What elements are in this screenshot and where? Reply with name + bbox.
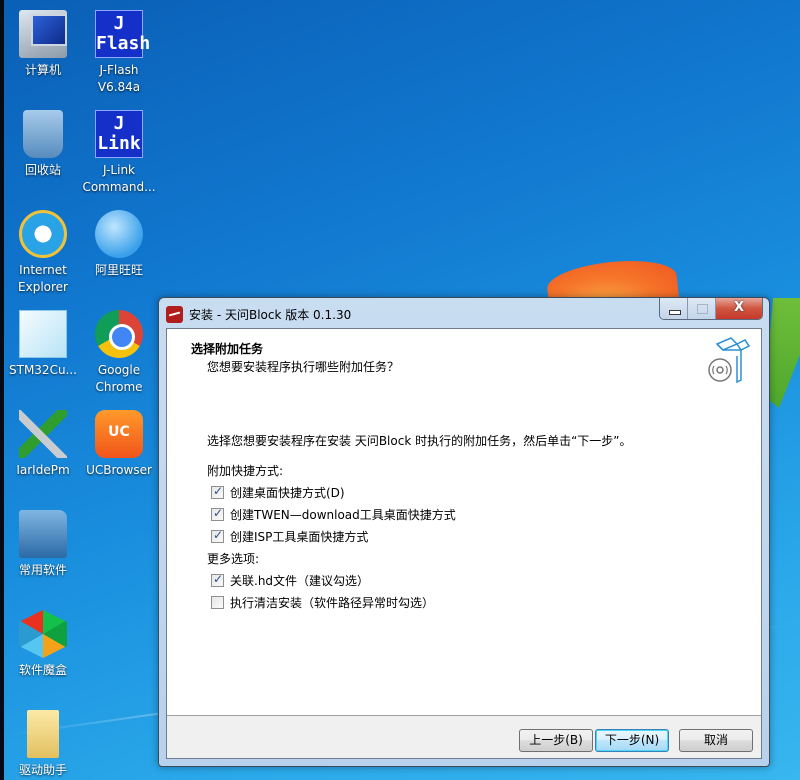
chrome-icon — [95, 310, 143, 358]
cancel-button[interactable]: 取消 — [679, 729, 753, 752]
desktop-icon-label: 计算机 — [24, 63, 61, 77]
checkbox-desktop-shortcut[interactable]: 创建桌面快捷方式(D) — [211, 484, 345, 501]
desktop-icon-ucbrowser[interactable]: UCBrowser — [81, 410, 157, 479]
dialog-client-area: 选择附加任务 您想要安装程序执行哪些附加任务？ 选择您想要安装程序在安装 天问B… — [166, 328, 762, 759]
next-button[interactable]: 下一步(N) — [595, 729, 669, 752]
jlink-icon: J Link — [95, 110, 143, 158]
desktop-icon-label: Google Chrome — [95, 363, 143, 394]
desktop-icon-label: UCBrowser — [86, 463, 152, 477]
jflash-icon: J Flash — [95, 10, 150, 58]
checkbox-associate-hd-files[interactable]: 关联.hd文件（建议勾选） — [211, 572, 369, 589]
desktop-icon-label: 阿里旺旺 — [94, 263, 143, 277]
desktop-icon-stm32cube[interactable]: STM32Cu... — [5, 310, 81, 379]
desktop-icon-jlink[interactable]: J Link J-Link Command... — [81, 110, 157, 196]
checkbox[interactable] — [211, 528, 224, 543]
desktop-icon-label: 驱动助手 — [18, 763, 67, 777]
desktop-icon-recycle-bin[interactable]: 回收站 — [5, 110, 81, 179]
install-box-disc-icon — [708, 337, 751, 384]
folder-icon — [27, 710, 59, 758]
window-title: 安装 - 天问Block 版本 0.1.30 — [189, 308, 352, 322]
checkbox[interactable] — [211, 484, 224, 499]
desktop-icon-iaridepm[interactable]: IarIdePm — [5, 410, 81, 479]
back-button[interactable]: 上一步(B) — [519, 729, 593, 752]
ucbrowser-icon — [95, 410, 143, 458]
desktop-icon-label: J-Link Command... — [82, 163, 156, 194]
desktop-icon-internet-explorer[interactable]: Internet Explorer — [5, 210, 81, 296]
desktop-icon-jflash[interactable]: J Flash J-Flash V6.84a — [81, 10, 157, 96]
aliwangwang-icon — [95, 210, 143, 258]
checkbox-isp-shortcut[interactable]: 创建ISP工具桌面快捷方式 — [211, 528, 368, 545]
desktop-icon-common-software[interactable]: 常用软件 — [5, 510, 81, 579]
title-bar[interactable]: 安装 - 天问Block 版本 0.1.30 X — [159, 298, 769, 328]
desktop-icon-label: 回收站 — [24, 163, 61, 177]
desktop-icon-computer[interactable]: 计算机 — [5, 10, 81, 79]
app-icon — [166, 306, 183, 323]
content-panel: 选择附加任务 您想要安装程序执行哪些附加任务？ 选择您想要安装程序在安装 天问B… — [167, 329, 761, 716]
checkbox-label: 执行清洁安装（软件路径异常时勾选） — [230, 596, 435, 610]
minimize-button[interactable] — [660, 298, 688, 319]
maximize-button — [688, 298, 716, 319]
checkbox-twen-download-shortcut[interactable]: 创建TWEN—download工具桌面快捷方式 — [211, 506, 456, 523]
iar-ide-icon — [19, 410, 67, 458]
checkbox[interactable] — [211, 506, 224, 521]
checkbox-label: 创建ISP工具桌面快捷方式 — [230, 530, 369, 544]
desktop-icon-label: J-Flash V6.84a — [97, 63, 141, 94]
screen-edge — [0, 0, 4, 780]
group-label-more-options: 更多选项: — [207, 552, 260, 566]
page-subtitle: 您想要安装程序执行哪些附加任务？ — [207, 360, 400, 374]
wallpaper-green-shape — [765, 298, 800, 408]
checkbox[interactable] — [211, 572, 224, 587]
recycle-bin-icon — [23, 110, 63, 158]
group-label-shortcuts: 附加快捷方式: — [207, 464, 284, 478]
computer-icon — [19, 10, 67, 58]
caption-buttons: X — [659, 298, 763, 320]
desktop-icon-label: Internet Explorer — [18, 263, 68, 294]
checkbox[interactable] — [211, 596, 224, 609]
folder-icon — [19, 510, 67, 558]
page-title: 选择附加任务 — [191, 342, 264, 356]
desktop-icon-chrome[interactable]: Google Chrome — [81, 310, 157, 396]
software-box-icon — [19, 610, 67, 658]
internet-explorer-icon — [19, 210, 67, 258]
desktop-icon-aliwangwang[interactable]: 阿里旺旺 — [81, 210, 157, 279]
desktop-icon-label: 软件魔盒 — [18, 663, 67, 677]
close-button[interactable]: X — [716, 298, 762, 319]
desktop-icon-driver-helper[interactable]: 驱动助手 — [5, 710, 81, 779]
checkbox-label: 创建桌面快捷方式(D) — [230, 486, 345, 500]
stm32cube-icon — [19, 310, 67, 358]
installer-dialog: 安装 - 天问Block 版本 0.1.30 X 选择附加任务 您想要安装程序执… — [158, 297, 770, 767]
checkbox-clean-install[interactable]: 执行清洁安装（软件路径异常时勾选） — [211, 594, 434, 611]
checkbox-label: 关联.hd文件（建议勾选） — [230, 574, 370, 588]
instruction-text: 选择您想要安装程序在安装 天问Block 时执行的附加任务，然后单击“下一步”。 — [207, 434, 632, 448]
desktop-icon-label: IarIdePm — [16, 463, 70, 477]
checkbox-label: 创建TWEN—download工具桌面快捷方式 — [230, 508, 456, 522]
desktop-icon-label: 常用软件 — [18, 563, 67, 577]
desktop-icon-label: STM32Cu... — [9, 363, 77, 377]
desktop-icon-software-box[interactable]: 软件魔盒 — [5, 610, 81, 679]
